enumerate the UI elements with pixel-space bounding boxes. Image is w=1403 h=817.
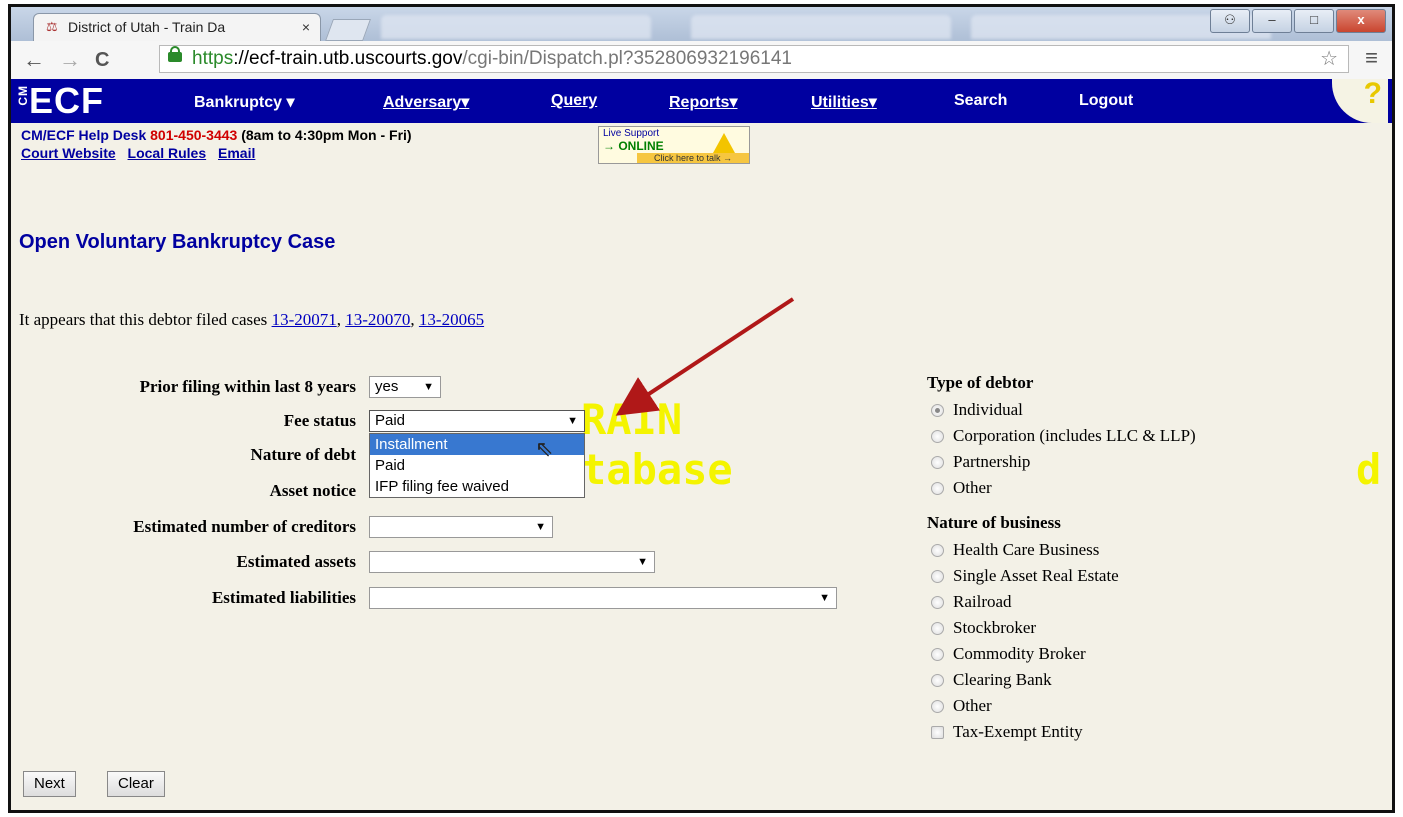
ecf-logo: CMECF	[16, 80, 104, 121]
close-window-button[interactable]: x	[1336, 9, 1386, 33]
case-link[interactable]: 13-20070	[345, 310, 410, 329]
warning-icon	[713, 133, 735, 153]
prior-filing-select[interactable]: yes ▼	[369, 376, 441, 398]
nature-of-business-heading: Nature of business	[927, 513, 1061, 532]
radio-corporation[interactable]: Corporation (includes LLC & LLP)	[927, 425, 1196, 447]
reload-icon[interactable]: C	[95, 47, 109, 73]
asset-notice-label: Asset notice	[269, 481, 356, 500]
type-of-debtor-heading: Type of debtor	[927, 373, 1034, 392]
local-rules-link[interactable]: Local Rules	[128, 145, 207, 161]
radio-commodity-broker[interactable]: Commodity Broker	[927, 643, 1086, 665]
maximize-button[interactable]: □	[1294, 9, 1334, 33]
radio-stockbroker[interactable]: Stockbroker	[927, 617, 1036, 639]
page-content: CM/ECF Help Desk 801-450-3443 (8am to 4:…	[11, 123, 1392, 810]
helpdesk-phone: 801-450-3443	[150, 127, 238, 143]
nav-adversary[interactable]: Adversary▾	[383, 92, 469, 112]
case-link[interactable]: 13-20071	[272, 310, 337, 329]
dropdown-arrow-icon: ▼	[637, 556, 648, 568]
user-icon[interactable]: ⚇	[1210, 9, 1250, 33]
radio-partnership[interactable]: Partnership	[927, 451, 1030, 473]
dropdown-arrow-icon: ▼	[819, 592, 830, 604]
browser-tab[interactable]: ⚖ District of Utah - Train Da ×	[33, 13, 321, 41]
prior-filing-value: yes	[375, 378, 399, 395]
watermark-database: tabase	[581, 445, 733, 494]
title-bar: ⚖ District of Utah - Train Da × ⚇ – □ x	[11, 7, 1392, 41]
minimize-button[interactable]: –	[1252, 9, 1292, 33]
nature-of-debt-label: Nature of debt	[250, 445, 356, 464]
nav-search[interactable]: Search	[954, 92, 1007, 110]
help-button[interactable]: ?	[1332, 77, 1388, 123]
helpdesk-label: CM/ECF Help Desk	[21, 127, 147, 143]
forward-arrow-icon[interactable]: →	[59, 47, 81, 73]
nav-logout[interactable]: Logout	[1079, 92, 1133, 110]
browser-toolbar: ← → C https://ecf-train.utb.uscourts.gov…	[11, 41, 1392, 80]
background-tab[interactable]	[691, 15, 951, 39]
liabilities-label: Estimated liabilities	[211, 588, 356, 607]
fee-option-ifp[interactable]: IFP filing fee waived	[370, 476, 584, 497]
clear-button[interactable]: Clear	[107, 771, 165, 797]
radio-railroad[interactable]: Railroad	[927, 591, 1012, 613]
assets-label: Estimated assets	[236, 552, 356, 571]
radio-health-care[interactable]: Health Care Business	[927, 539, 1099, 561]
radio-single-asset[interactable]: Single Asset Real Estate	[927, 565, 1119, 587]
radio-other-business[interactable]: Other	[927, 695, 992, 717]
menu-icon[interactable]: ≡	[1365, 45, 1378, 71]
nav-query[interactable]: Query	[551, 92, 597, 110]
liabilities-select[interactable]: ▼	[369, 587, 837, 609]
helpdesk-hours: (8am to 4:30pm Mon - Fri)	[241, 127, 412, 143]
tab-title: District of Utah - Train Da	[68, 19, 226, 35]
radio-individual[interactable]: Individual	[927, 399, 1023, 421]
dropdown-arrow-icon: ▼	[567, 415, 578, 427]
bookmark-star-icon[interactable]: ☆	[1320, 46, 1338, 72]
logo-cm: CM	[16, 85, 30, 106]
watermark-train: RAIN	[581, 395, 683, 444]
address-bar[interactable]: https://ecf-train.utb.uscourts.gov/cgi-b…	[159, 45, 1349, 73]
tab-close-icon[interactable]: ×	[302, 14, 310, 41]
lock-icon	[168, 46, 182, 62]
new-tab-button[interactable]	[324, 19, 372, 41]
helpdesk-line: CM/ECF Help Desk 801-450-3443 (8am to 4:…	[21, 127, 412, 143]
next-button[interactable]: Next	[23, 771, 76, 797]
radio-clearing-bank[interactable]: Clearing Bank	[927, 669, 1052, 691]
prior-cases-text: It appears that this debtor filed cases	[19, 310, 268, 329]
background-tab[interactable]	[381, 15, 651, 39]
watermark-edge: d	[1356, 445, 1382, 494]
fee-status-select[interactable]: Paid ▼	[369, 410, 585, 432]
prior-cases-notice: It appears that this debtor filed cases …	[19, 310, 485, 329]
mouse-cursor-icon: ⇖	[535, 436, 554, 461]
page-title: Open Voluntary Bankruptcy Case	[19, 231, 336, 253]
creditors-select[interactable]: ▼	[369, 516, 553, 538]
nav-utilities[interactable]: Utilities▾	[811, 92, 877, 112]
tax-exempt-checkbox[interactable]: Tax-Exempt Entity	[927, 721, 1083, 743]
url-host: ://ecf-train.utb.uscourts.gov	[233, 48, 463, 69]
fee-status-label: Fee status	[283, 411, 356, 430]
email-link[interactable]: Email	[218, 145, 255, 161]
help-links: Court Website Local Rules Email	[21, 145, 263, 161]
radio-other-debtor[interactable]: Other	[927, 477, 992, 499]
nav-reports[interactable]: Reports▾	[669, 92, 737, 112]
browser-window: ⚖ District of Utah - Train Da × ⚇ – □ x …	[8, 4, 1395, 813]
fee-status-value: Paid	[375, 412, 406, 429]
back-arrow-icon[interactable]: ←	[23, 47, 45, 73]
assets-select[interactable]: ▼	[369, 551, 655, 573]
dropdown-arrow-icon: ▼	[423, 381, 434, 393]
dropdown-arrow-icon: ▼	[535, 521, 546, 533]
url-path: /cgi-bin/Dispatch.pl?352806932196141	[462, 48, 792, 69]
live-support-label: Live Support	[603, 128, 660, 139]
scales-icon: ⚖	[46, 19, 58, 34]
help-question-icon: ?	[1363, 77, 1382, 110]
creditors-label: Estimated number of creditors	[133, 517, 356, 536]
logo-text: ECF	[29, 80, 104, 121]
live-support-talk: Click here to talk →	[637, 153, 749, 163]
case-link[interactable]: 13-20065	[419, 310, 484, 329]
live-support-button[interactable]: Live Support → ONLINE Click here to talk…	[598, 126, 750, 164]
window-controls: ⚇ – □ x	[1210, 9, 1386, 33]
nav-bankruptcy[interactable]: Bankruptcy ▾	[194, 92, 295, 112]
ecf-nav-bar: CMECF Bankruptcy ▾ Adversary▾ Query Repo…	[11, 77, 1392, 123]
court-website-link[interactable]: Court Website	[21, 145, 116, 161]
live-support-status: → ONLINE	[603, 139, 664, 153]
url-scheme: https	[192, 48, 234, 69]
prior-filing-label: Prior filing within last 8 years	[139, 377, 356, 396]
